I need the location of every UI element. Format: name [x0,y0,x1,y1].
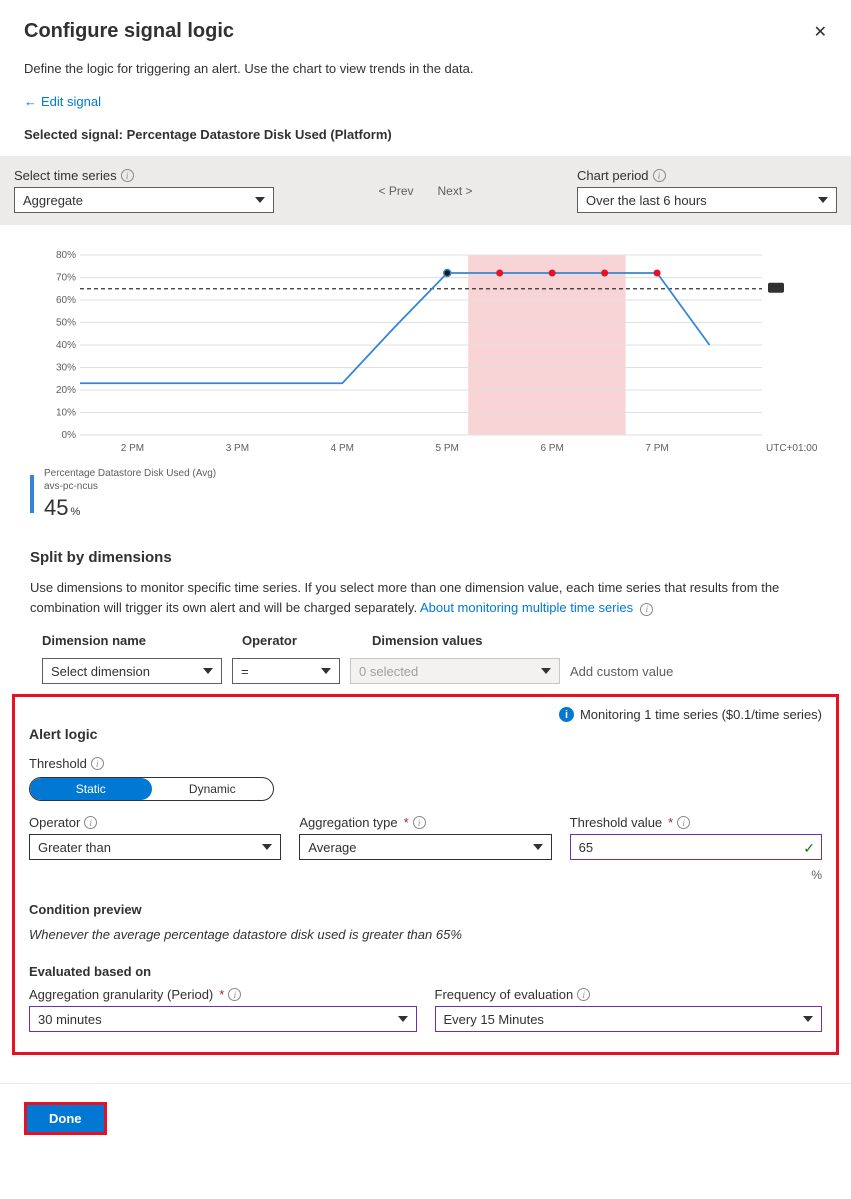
svg-text:4 PM: 4 PM [331,443,354,454]
dimensions-description: Use dimensions to monitor specific time … [30,578,821,617]
dimension-operator-select[interactable]: = [232,658,340,684]
edit-signal-link[interactable]: ← Edit signal [24,94,827,109]
svg-text:7 PM: 7 PM [645,443,668,454]
info-icon[interactable]: i [653,169,666,182]
svg-text:30%: 30% [56,363,76,374]
svg-text:50%: 50% [56,318,76,329]
condition-preview-text: Whenever the average percentage datastor… [29,927,822,942]
granularity-label: Aggregation granularity (Period) [29,987,213,1002]
condition-preview-heading: Condition preview [29,902,822,917]
toggle-static[interactable]: Static [30,778,152,800]
frequency-select[interactable]: Every 15 Minutes [435,1006,823,1032]
info-icon[interactable]: i [228,988,241,1001]
done-button[interactable]: Done [27,1105,104,1132]
threshold-toggle[interactable]: Static Dynamic [29,777,274,801]
aggregation-label: Aggregation type [299,815,397,830]
operator-label: Operator [29,815,80,830]
metric-chart: 0%10%20%30%40%50%60%70%80%2 PM3 PM4 PM5 … [52,255,821,455]
arrow-left-icon: ← [24,94,37,109]
dimension-name-select[interactable]: Select dimension [42,658,222,684]
svg-text:80%: 80% [56,250,76,261]
info-icon[interactable]: i [91,757,104,770]
page-description: Define the logic for triggering an alert… [24,61,827,76]
info-icon[interactable]: i [121,169,134,182]
svg-text:20%: 20% [56,385,76,396]
dimension-values-select[interactable]: 0 selected [350,658,560,684]
info-icon[interactable]: i [640,603,653,616]
chart-period-select[interactable]: Over the last 6 hours [577,187,837,213]
info-icon[interactable]: i [577,988,590,1001]
check-icon: ✓ [803,840,815,857]
col-operator: Operator [242,633,372,648]
threshold-value-input[interactable]: 65 ✓ [570,834,822,860]
svg-text:5 PM: 5 PM [436,443,459,454]
threshold-label: Threshold [29,756,87,771]
time-series-label: Select time series [14,168,117,183]
operator-select[interactable]: Greater than [29,834,281,860]
col-dimension-values: Dimension values [372,633,821,648]
chart-legend: Percentage Datastore Disk Used (Avg) avs… [30,467,821,521]
svg-text:70%: 70% [56,273,76,284]
aggregation-select[interactable]: Average [299,834,551,860]
prev-button[interactable]: < Prev [378,184,413,198]
selected-signal: Selected signal: Percentage Datastore Di… [24,127,827,142]
chart-period-label: Chart period [577,168,649,183]
info-icon[interactable]: i [84,816,97,829]
frequency-label: Frequency of evaluation [435,987,574,1002]
col-dimension-name: Dimension name [42,633,242,648]
svg-text:3 PM: 3 PM [226,443,249,454]
next-button[interactable]: Next > [438,184,473,198]
svg-text:2 PM: 2 PM [121,443,144,454]
info-icon[interactable]: i [413,816,426,829]
dimensions-learn-more-link[interactable]: About monitoring multiple time series [420,600,633,615]
evaluated-heading: Evaluated based on [29,964,822,979]
svg-text:0%: 0% [62,430,77,441]
svg-text:6 PM: 6 PM [540,443,563,454]
dimensions-heading: Split by dimensions [30,549,821,566]
granularity-select[interactable]: 30 minutes [29,1006,417,1032]
threshold-value-label: Threshold value [570,815,663,830]
info-icon[interactable]: i [677,816,690,829]
close-icon[interactable]: ✕ [814,22,827,42]
add-custom-value-link[interactable]: Add custom value [570,664,673,679]
svg-text:40%: 40% [56,340,76,351]
monitoring-cost-text: Monitoring 1 time series ($0.1/time seri… [580,707,822,722]
page-title: Configure signal logic [24,20,234,43]
svg-text:UTC+01:00: UTC+01:00 [766,443,818,454]
svg-text:60%: 60% [56,295,76,306]
time-series-select[interactable]: Aggregate [14,187,274,213]
toggle-dynamic[interactable]: Dynamic [152,778,274,800]
alert-logic-heading: Alert logic [29,726,822,742]
svg-text:10%: 10% [56,408,76,419]
info-icon: i [559,707,574,722]
